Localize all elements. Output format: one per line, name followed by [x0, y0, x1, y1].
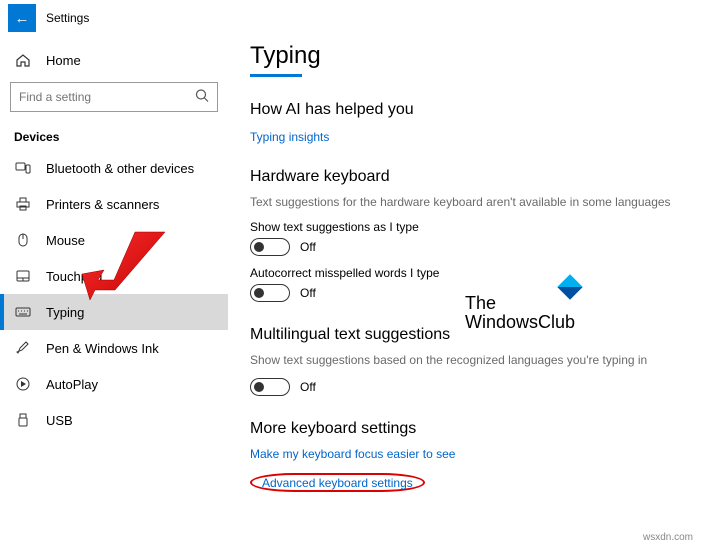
nav-label: Typing [46, 305, 84, 320]
section-more: More keyboard settings Make my keyboard … [250, 420, 679, 492]
highlight-circle: Advanced keyboard settings [250, 473, 425, 492]
mouse-icon [14, 232, 32, 248]
section-multilingual: Multilingual text suggestions Show text … [250, 326, 679, 396]
ai-heading: How AI has helped you [250, 101, 679, 119]
sidebar-item-usb[interactable]: USB [0, 402, 228, 438]
nav-label: Pen & Windows Ink [46, 341, 159, 356]
multi-heading: Multilingual text suggestions [250, 326, 679, 344]
title-bar: ← Settings [0, 0, 701, 36]
nav-label: Bluetooth & other devices [46, 161, 194, 176]
sidebar-item-bluetooth[interactable]: Bluetooth & other devices [0, 150, 228, 186]
hw-opt2-state: Off [300, 286, 316, 300]
sidebar-item-typing[interactable]: Typing [0, 294, 228, 330]
hw-opt1-label: Show text suggestions as I type [250, 220, 679, 234]
nav-label: USB [46, 413, 73, 428]
arrow-left-icon: ← [15, 10, 30, 27]
nav-label: Touchpad [46, 269, 102, 284]
app-title: Settings [46, 11, 89, 25]
typing-insights-link[interactable]: Typing insights [250, 130, 329, 144]
home-label: Home [46, 53, 81, 68]
back-button[interactable]: ← [8, 4, 36, 32]
usb-icon [14, 412, 32, 428]
devices-icon [14, 160, 32, 176]
hw-opt2-label: Autocorrect misspelled words I type [250, 266, 679, 280]
home-icon [14, 52, 32, 68]
nav-label: Printers & scanners [46, 197, 159, 212]
search-box[interactable] [10, 82, 218, 112]
hw-opt1-state: Off [300, 240, 316, 254]
nav-label: AutoPlay [46, 377, 98, 392]
sidebar-item-mouse[interactable]: Mouse [0, 222, 228, 258]
hw-heading: Hardware keyboard [250, 168, 679, 186]
advanced-keyboard-link[interactable]: Advanced keyboard settings [262, 476, 413, 490]
sidebar-group-label: Devices [0, 122, 228, 150]
keyboard-focus-link[interactable]: Make my keyboard focus easier to see [250, 447, 455, 461]
attribution: wsxdn.com [643, 532, 693, 543]
section-hardware-keyboard: Hardware keyboard Text suggestions for t… [250, 168, 679, 302]
hw-desc: Text suggestions for the hardware keyboa… [250, 194, 679, 210]
search-input[interactable] [10, 82, 218, 112]
multi-toggle[interactable] [250, 378, 290, 396]
multi-desc: Show text suggestions based on the recog… [250, 352, 679, 368]
more-heading: More keyboard settings [250, 420, 679, 438]
sidebar-item-touchpad[interactable]: Touchpad [0, 258, 228, 294]
page-title: Typing [250, 42, 321, 72]
pen-icon [14, 340, 32, 356]
title-underline [250, 74, 302, 77]
hw-opt1-toggle[interactable] [250, 238, 290, 256]
search-icon [194, 88, 210, 107]
sidebar-item-printers[interactable]: Printers & scanners [0, 186, 228, 222]
section-ai: How AI has helped you Typing insights [250, 101, 679, 144]
keyboard-icon [14, 304, 32, 320]
printer-icon [14, 196, 32, 212]
sidebar-item-autoplay[interactable]: AutoPlay [0, 366, 228, 402]
sidebar-item-home[interactable]: Home [0, 42, 228, 78]
sidebar-item-pen[interactable]: Pen & Windows Ink [0, 330, 228, 366]
nav-label: Mouse [46, 233, 85, 248]
sidebar: Home Devices Bluetooth & other devices P… [0, 36, 228, 547]
touchpad-icon [14, 268, 32, 284]
autoplay-icon [14, 376, 32, 392]
hw-opt2-toggle[interactable] [250, 284, 290, 302]
multi-state: Off [300, 380, 316, 394]
content-pane: Typing How AI has helped you Typing insi… [228, 36, 701, 547]
